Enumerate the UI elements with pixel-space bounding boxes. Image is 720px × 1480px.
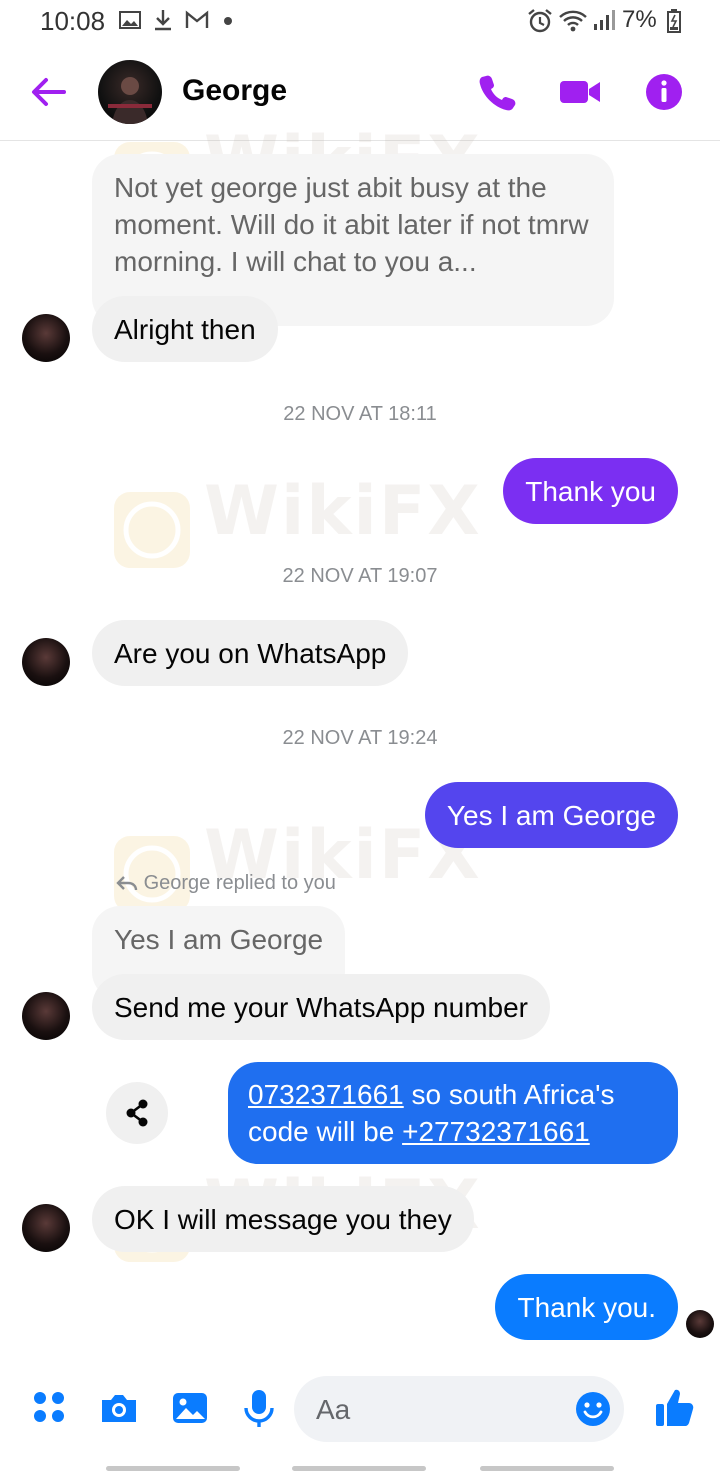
battery-icon (666, 8, 682, 39)
outgoing-message[interactable]: Thank you. (495, 1274, 678, 1340)
incoming-message[interactable]: OK I will message you they (92, 1186, 474, 1252)
timestamp: 22 NOV AT 19:07 (282, 565, 438, 587)
message-input-placeholder: Aa (316, 1394, 351, 1425)
incoming-message[interactable]: Send me your WhatsApp number (92, 974, 550, 1040)
apps-menu-icon[interactable] (30, 1388, 70, 1433)
timestamp: 22 NOV AT 18:11 (283, 403, 437, 425)
wifi-icon (558, 8, 588, 39)
status-time: 10:08 (40, 6, 106, 36)
sender-avatar[interactable] (22, 1204, 70, 1252)
wikifx-watermark: WikiFX (112, 806, 480, 921)
camera-icon[interactable] (98, 1388, 140, 1433)
video-call-icon[interactable] (558, 70, 602, 114)
nav-home-button[interactable] (292, 1466, 426, 1471)
intl-phone-number-link[interactable]: +27732371661 (402, 1116, 590, 1147)
nav-back-button[interactable] (480, 1466, 614, 1471)
outgoing-message[interactable]: 0732371661 so south Africa's code will b… (228, 1062, 678, 1164)
chat-header: George (0, 44, 720, 141)
sender-avatar[interactable] (22, 638, 70, 686)
more-notifications-dot-icon (222, 14, 234, 32)
sender-avatar[interactable] (22, 992, 70, 1040)
phone-call-icon[interactable] (476, 70, 520, 114)
seen-receipt-avatar (686, 1310, 714, 1338)
composer-bar: Aa (0, 1372, 720, 1452)
back-arrow-icon[interactable] (28, 72, 68, 117)
share-icon (126, 1099, 148, 1127)
sender-avatar[interactable] (22, 314, 70, 362)
nav-recent-button[interactable] (106, 1466, 240, 1471)
wikifx-watermark: WikiFX (112, 462, 480, 577)
outgoing-message[interactable]: Thank you (503, 458, 678, 524)
battery-percentage: 7% (622, 6, 657, 33)
incoming-message[interactable]: Are you on WhatsApp (92, 620, 409, 686)
outgoing-message[interactable]: Yes I am George (424, 782, 678, 848)
alarm-icon (526, 8, 554, 39)
reply-arrow-icon (116, 876, 138, 891)
phone-number-link[interactable]: 0732371661 (248, 1079, 404, 1110)
like-thumbs-up-icon[interactable] (654, 1386, 694, 1433)
share-button[interactable] (106, 1082, 168, 1144)
emoji-icon[interactable] (574, 1390, 612, 1433)
gallery-icon[interactable] (170, 1388, 210, 1433)
contact-name[interactable]: George (182, 74, 287, 108)
incoming-message[interactable]: Alright then (92, 296, 278, 362)
reply-indicator: George replied to you (116, 872, 336, 895)
timestamp: 22 NOV AT 19:24 (282, 727, 438, 749)
signal-icon (592, 8, 616, 37)
gallery-notification-icon (118, 8, 142, 37)
info-icon[interactable] (642, 70, 686, 114)
message-input[interactable]: Aa (294, 1376, 624, 1442)
system-nav-bar (0, 1454, 720, 1480)
status-bar: 10:08 7% (0, 0, 720, 44)
contact-avatar[interactable] (98, 60, 162, 124)
gmail-notification-icon (184, 8, 210, 37)
microphone-icon[interactable] (242, 1388, 276, 1433)
download-notification-icon (152, 8, 174, 37)
